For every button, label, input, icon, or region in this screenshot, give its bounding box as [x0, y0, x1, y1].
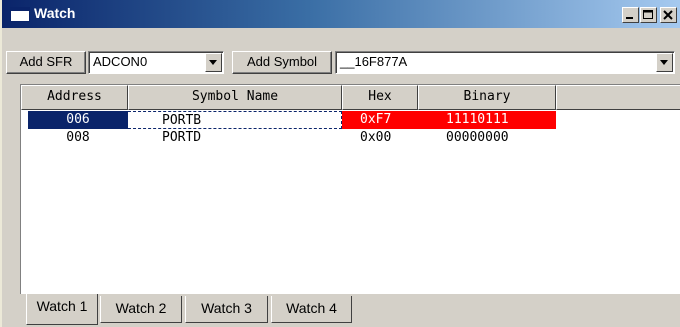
row-address: 006 — [28, 111, 128, 129]
column-header-symbol-name[interactable]: Symbol Name — [128, 85, 342, 110]
maximize-icon — [643, 10, 653, 19]
row-symbol: PORTB — [128, 111, 342, 129]
watch-window: Watch Add SFR ADCON0 Add Symbol __16F877… — [0, 0, 680, 327]
column-header-hex[interactable]: Hex — [342, 85, 418, 110]
symbol-dropdown-button[interactable] — [656, 53, 673, 72]
column-header-address[interactable]: Address — [21, 85, 128, 110]
watch-tabs: Watch 1 Watch 2 Watch 3 Watch 4 — [20, 294, 680, 327]
watch-toolbar: Add SFR ADCON0 Add Symbol __16F877A — [2, 28, 680, 80]
row-binary: 00000000 — [446, 130, 509, 145]
tab-watch-3[interactable]: Watch 3 — [185, 296, 268, 323]
sfr-dropdown-button[interactable] — [205, 53, 222, 72]
column-header-binary[interactable]: Binary — [418, 85, 556, 110]
symbol-select-value: __16F877A — [340, 54, 408, 69]
row-binary: 11110111 — [418, 111, 556, 129]
watch-grid: Address Symbol Name Hex Binary 006 PORTB… — [20, 84, 680, 294]
add-symbol-button[interactable]: Add Symbol — [232, 51, 332, 74]
minimize-icon — [626, 17, 633, 19]
row-symbol: PORTD — [162, 130, 202, 145]
chevron-down-icon — [660, 60, 668, 65]
tab-watch-2[interactable]: Watch 2 — [100, 296, 182, 323]
tab-watch-1[interactable]: Watch 1 — [26, 294, 98, 325]
symbol-select[interactable]: __16F877A — [335, 51, 675, 74]
sfr-select-value: ADCON0 — [93, 54, 148, 69]
window-icon — [10, 7, 30, 22]
window-title: Watch — [34, 5, 76, 21]
tab-watch-4[interactable]: Watch 4 — [271, 296, 352, 323]
sfr-select[interactable]: ADCON0 — [88, 51, 224, 74]
close-button[interactable] — [660, 7, 677, 23]
title-bar[interactable]: Watch — [2, 0, 680, 28]
close-icon — [663, 10, 673, 20]
chevron-down-icon — [209, 60, 217, 65]
row-hex: 0xF7 — [342, 111, 418, 129]
column-header-blank — [556, 85, 680, 110]
row-hex: 0x00 — [360, 130, 392, 145]
row-address: 008 — [66, 130, 90, 145]
maximize-button[interactable] — [640, 7, 657, 23]
add-sfr-button[interactable]: Add SFR — [6, 51, 86, 74]
minimize-button[interactable] — [622, 7, 639, 23]
